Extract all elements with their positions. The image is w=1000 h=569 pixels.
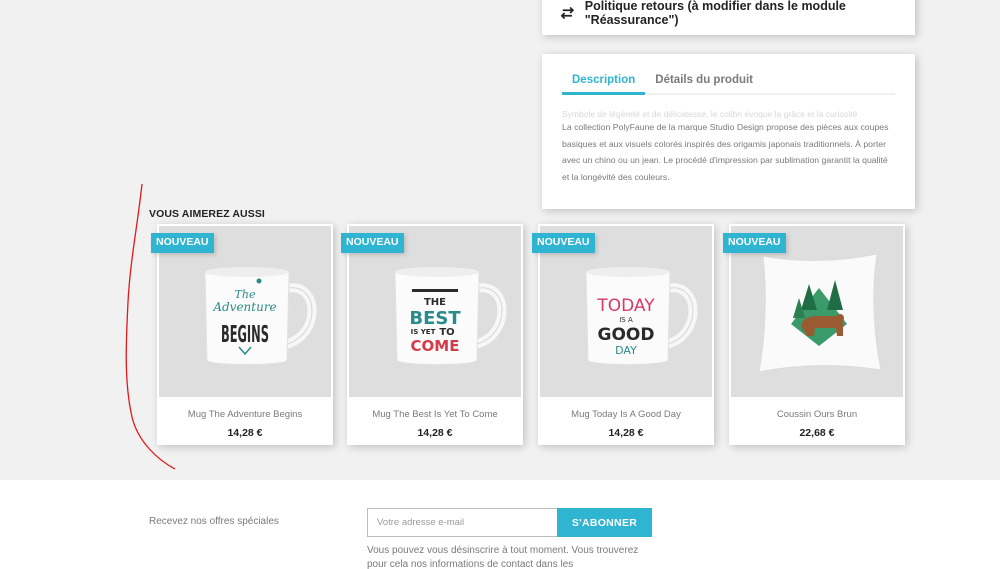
tab-description[interactable]: Description xyxy=(562,68,646,95)
mug-art-text: BEST xyxy=(409,308,461,329)
product-price: 22,68 € xyxy=(799,427,835,439)
newsletter-footer: Recevez nos offres spéciales S'ABONNER V… xyxy=(0,480,1000,569)
new-badge: NOUVEAU xyxy=(151,233,214,253)
description-text: La collection PolyFaune de la marque Stu… xyxy=(562,122,889,182)
reassurance-block: Politique retours (à modifier dans le mo… xyxy=(542,0,915,35)
mug-art-text: BEGINS xyxy=(221,322,269,348)
mug-art-text: IS A xyxy=(619,316,633,324)
product-card[interactable]: NOUVEAU The Adventure BEGINS Mug The Adv… xyxy=(151,224,333,445)
new-badge: NOUVEAU xyxy=(532,233,595,253)
product-name[interactable]: Coussin Ours Brun xyxy=(729,409,905,420)
mug-art-text: GOOD xyxy=(598,325,655,345)
product-tabs: Description Détails du produit xyxy=(562,68,895,95)
arrows-exchange-icon xyxy=(560,6,575,19)
product-card[interactable]: NOUVEAU Coussin Ours Brun 22,68 € xyxy=(723,224,905,445)
description-faded-text: Symbole de légèreté et de délicatesse, l… xyxy=(562,109,858,119)
product-name[interactable]: Mug The Adventure Begins xyxy=(157,409,333,420)
mug-art-text: COME xyxy=(411,337,460,355)
product-price: 14,28 € xyxy=(417,427,453,439)
newsletter-label: Recevez nos offres spéciales xyxy=(149,516,279,527)
product-price: 14,28 € xyxy=(608,427,644,439)
product-card[interactable]: NOUVEAU THE BEST IS YET TO COME Mug The … xyxy=(341,224,523,445)
accessories-title: VOUS AIMEREZ AUSSI xyxy=(149,208,265,220)
new-badge: NOUVEAU xyxy=(723,233,786,253)
product-name[interactable]: Mug Today Is A Good Day xyxy=(538,409,714,420)
product-price: 14,28 € xyxy=(227,427,263,439)
reassurance-label: Politique retours (à modifier dans le mo… xyxy=(584,0,846,27)
mug-art-text: IS YET xyxy=(411,328,436,336)
mug-art-text: Adventure xyxy=(212,300,276,314)
subscribe-button[interactable]: S'ABONNER xyxy=(557,508,652,537)
newsletter-email-input[interactable] xyxy=(367,508,558,537)
mug-art-text: DAY xyxy=(615,344,637,357)
product-card[interactable]: NOUVEAU TODAY IS A GOOD DAY Mug Today Is… xyxy=(532,224,714,445)
new-badge: NOUVEAU xyxy=(341,233,404,253)
product-name[interactable]: Mug The Best Is Yet To Come xyxy=(347,409,523,420)
newsletter-note: Vous pouvez vous désinscrire à tout mome… xyxy=(367,545,639,569)
mug-art-text: TODAY xyxy=(596,296,655,316)
product-tabs-panel: Description Détails du produit Symbole d… xyxy=(542,54,915,209)
tab-product-details[interactable]: Détails du produit xyxy=(645,68,763,95)
mug-art-text: THE xyxy=(424,297,446,308)
